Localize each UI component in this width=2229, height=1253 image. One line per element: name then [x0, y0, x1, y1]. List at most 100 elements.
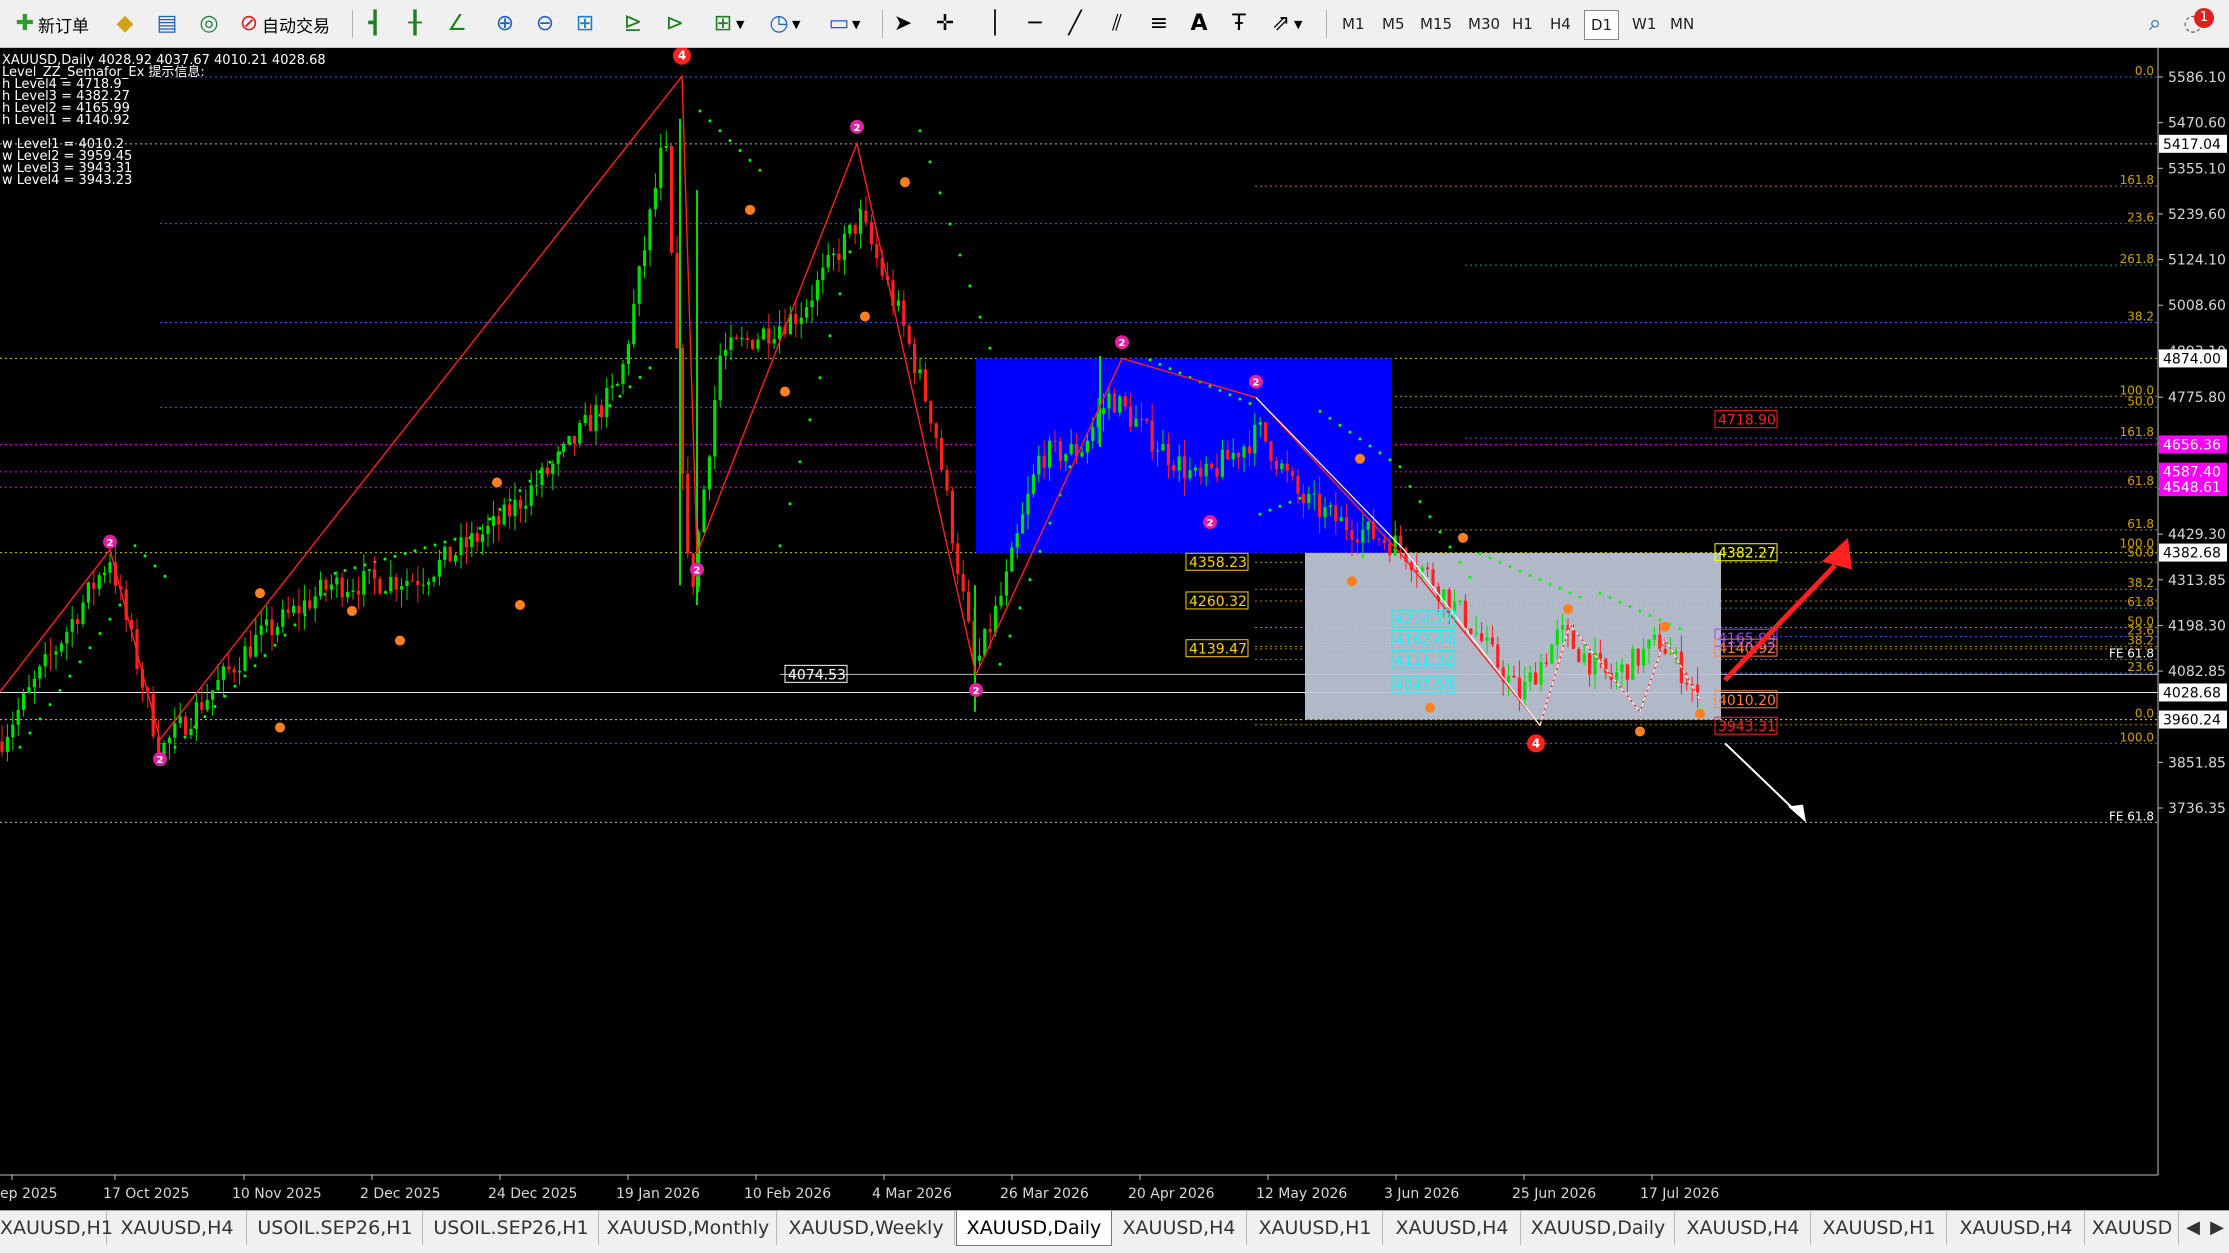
timeframe-d1[interactable]: D1	[1584, 10, 1620, 40]
candle-body	[351, 590, 355, 592]
candle-body	[248, 646, 252, 657]
candle-body	[464, 537, 468, 548]
periods-button[interactable]: ◷ ▼	[766, 8, 800, 40]
psar-dot	[1498, 560, 1502, 564]
tab-chart[interactable]: XAUUSD,H4	[1384, 1211, 1521, 1245]
price-chart[interactable]: 4 4 2 2 2 2 2 2 2 2 4718.90 4382.27 4358.23 4260.32 4…	[0, 48, 2229, 1210]
tab-scroll-left[interactable]: ◀	[2180, 1215, 2206, 1241]
candle-body	[1210, 463, 1214, 469]
tab-chart[interactable]: XAUUSD,H1	[1248, 1211, 1383, 1245]
horizontal-line-button[interactable]: ─	[1022, 8, 1048, 40]
tab-chart[interactable]: XAUUSD,Daily	[1522, 1211, 1675, 1245]
tab-chart[interactable]: XAUUSD,H1	[0, 1211, 113, 1245]
auto-scroll-button[interactable]: ⊵	[620, 8, 646, 40]
vertical-line-button[interactable]: │	[982, 8, 1008, 40]
timeframe-h1[interactable]: H1	[1506, 10, 1539, 38]
timeframe-w1[interactable]: W1	[1626, 10, 1662, 38]
candle-body	[1550, 644, 1554, 664]
tab-chart[interactable]: XAUUSD,H4	[1948, 1211, 2085, 1245]
candle-body	[497, 515, 501, 525]
notifications-button[interactable]: ◌ 1	[2180, 8, 2214, 40]
tab-chart[interactable]: USOIL.SEP26,H1	[424, 1211, 599, 1245]
horizontal-line-icon: ─	[1028, 11, 1042, 36]
zoom-out-button[interactable]: ⊖	[532, 8, 558, 40]
candle-body	[1183, 456, 1187, 479]
candle-body	[518, 499, 522, 509]
candle-body	[227, 666, 231, 670]
timeframe-m30[interactable]: M30	[1462, 10, 1506, 38]
text-label-button[interactable]: Ŧ	[1226, 8, 1252, 40]
candle-body	[934, 423, 938, 438]
timeframe-mn[interactable]: MN	[1664, 10, 1700, 38]
candle-body	[22, 693, 26, 710]
tab-chart-active[interactable]: XAUUSD,Daily	[956, 1211, 1112, 1246]
search-button[interactable]: ⌕	[2142, 8, 2168, 40]
price-badge-label: 3960.24	[2163, 713, 2221, 729]
candle-body	[243, 646, 247, 671]
timeframe-h4[interactable]: H4	[1544, 10, 1577, 38]
gold-icon-button[interactable]: ◆	[112, 8, 138, 40]
candle-body	[297, 605, 301, 614]
candle-body	[421, 584, 425, 586]
semafor-marker-number: 2	[1119, 338, 1126, 349]
tab-chart[interactable]: XAUUSD,H4	[1112, 1211, 1247, 1245]
crosshair-button[interactable]: ✛	[932, 8, 958, 40]
tab-chart[interactable]: XAUUSD,Monthly	[600, 1211, 777, 1245]
navigator-button[interactable]: ◎	[196, 8, 222, 40]
tab-chart[interactable]: XAUUSD,Weekly	[778, 1211, 955, 1245]
arrows-button[interactable]: ⇗ ▼	[1268, 8, 1303, 40]
candle-body	[1123, 396, 1127, 407]
line-chart-button[interactable]: ∠	[444, 8, 470, 40]
time-tick-label: 10 Nov 2025	[232, 1186, 322, 1202]
timeframe-m5[interactable]: M5	[1376, 10, 1411, 38]
psar-dot	[808, 418, 812, 422]
candle-body	[826, 254, 830, 268]
tab-chart[interactable]: XAUUSD,H4	[1676, 1211, 1811, 1245]
psar-dot	[778, 544, 782, 548]
candle-body	[1085, 440, 1089, 453]
tab-scroll-right[interactable]: ▶	[2204, 1215, 2229, 1241]
toolbar-separator	[1326, 10, 1327, 38]
candle-body	[1091, 427, 1095, 441]
candle-body	[1669, 653, 1673, 655]
candle-body	[1177, 456, 1181, 471]
tab-chart[interactable]: XAUUSD,H1	[1812, 1211, 1947, 1245]
semafor-marker-number: 2	[107, 538, 114, 549]
auto-scroll-icon: ⊵	[623, 11, 643, 36]
autotrade-icon: ⊘	[239, 11, 259, 36]
zoom-in-button[interactable]: ⊕	[492, 8, 518, 40]
channel-button[interactable]: ⫽	[1104, 8, 1130, 40]
candle-body	[907, 325, 911, 344]
candle-body	[562, 443, 566, 452]
candle-body	[200, 702, 204, 710]
timeframe-m15[interactable]: M15	[1414, 10, 1458, 38]
search-icon: ⌕	[2148, 11, 2162, 36]
candle-body	[772, 339, 776, 344]
bar-chart-button[interactable]: ┫	[362, 8, 388, 40]
fibonacci-button[interactable]: ≡	[1146, 8, 1172, 40]
tile-windows-button[interactable]: ⊞	[572, 8, 598, 40]
candlestick-button[interactable]: ╂	[402, 8, 428, 40]
tab-chart[interactable]: XAUUSD,H4	[108, 1211, 247, 1245]
text-button[interactable]: A	[1186, 8, 1212, 40]
fib-label: FE 61.8	[2109, 809, 2154, 823]
indicators-button[interactable]: ⊞ ▼	[710, 8, 745, 40]
cursor-button[interactable]: ➤	[890, 8, 916, 40]
candle-body	[1539, 662, 1543, 685]
candle-body	[524, 505, 528, 509]
tab-chart[interactable]: XAUUSD	[2086, 1211, 2179, 1245]
price-tick-label: 4082.85	[2168, 664, 2226, 680]
new-order-button[interactable]: ✚ 新订单	[12, 8, 89, 40]
candle-body	[216, 679, 220, 691]
market-watch-button[interactable]: ▤	[154, 8, 180, 40]
semafor-marker	[347, 605, 357, 616]
templates-button[interactable]: ▭ ▼	[826, 8, 861, 40]
tab-chart[interactable]: USOIL.SEP26,H1	[248, 1211, 423, 1245]
candle-body	[1226, 449, 1230, 460]
price-label: 4358.23	[1189, 555, 1247, 571]
autotrade-button[interactable]: ⊘ 自动交易	[236, 8, 330, 40]
chart-shift-button[interactable]: ⊳	[662, 8, 688, 40]
trendline-button[interactable]: ╱	[1062, 8, 1088, 40]
candle-body	[367, 569, 371, 571]
timeframe-m1[interactable]: M1	[1336, 10, 1371, 38]
